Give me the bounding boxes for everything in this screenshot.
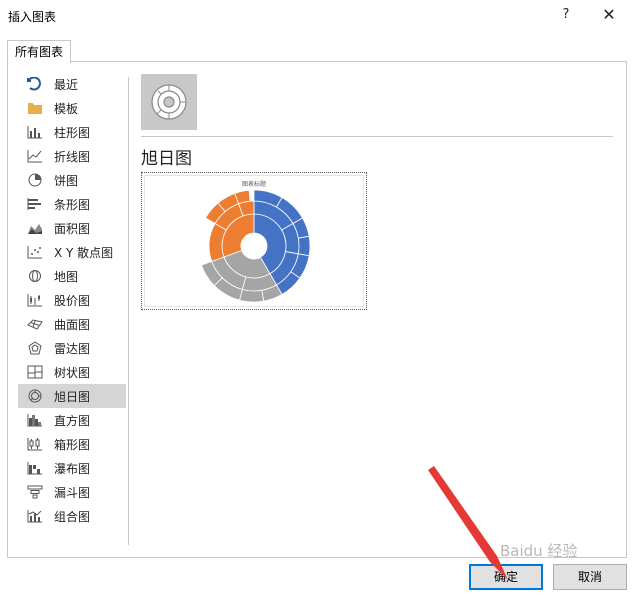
window-title: 插入图表 <box>8 10 57 24</box>
column-chart-icon <box>26 124 44 140</box>
sidebar-item-waterfall-chart[interactable]: 瀑布图 <box>18 456 126 480</box>
scatter-chart-icon <box>26 244 44 260</box>
sidebar-item-label: 饼图 <box>54 173 79 188</box>
sidebar-item-radar-chart[interactable]: 雷达图 <box>18 336 126 360</box>
sidebar-item-box-chart[interactable]: 箱形图 <box>18 432 126 456</box>
sidebar-item-histogram-chart[interactable]: 直方图 <box>18 408 126 432</box>
waterfall-chart-icon <box>26 460 44 476</box>
sunburst-thumbnail-icon <box>151 84 187 120</box>
sidebar-item-label: 曲面图 <box>54 317 91 332</box>
sidebar-item-column-chart[interactable]: 柱形图 <box>18 120 126 144</box>
sunburst-outer-segment <box>297 235 311 257</box>
sidebar-item-line-chart[interactable]: 折线图 <box>18 144 126 168</box>
sidebar-item-label: 旭日图 <box>54 389 91 404</box>
sidebar-item-map-chart[interactable]: 地图 <box>18 264 126 288</box>
funnel-chart-icon <box>26 484 44 500</box>
sidebar-item-label: 漏斗图 <box>54 485 91 500</box>
cancel-button[interactable]: 取消 <box>553 564 627 590</box>
sidebar-item-label: 雷达图 <box>54 341 91 356</box>
surface-chart-icon <box>26 316 44 332</box>
chart-panel: 最近 模板 柱形图 折线图 饼图 条形图 面积图 X Y 散点图 地图 股价图 曲面图 雷达图 树状图旭… <box>7 61 627 558</box>
ok-button[interactable]: 确定 <box>469 564 543 590</box>
help-button[interactable]: ? <box>556 5 576 25</box>
line-chart-icon <box>26 148 44 164</box>
pie-chart-icon <box>26 172 44 188</box>
sidebar-item-scatter-chart[interactable]: X Y 散点图 <box>18 240 126 264</box>
radar-chart-icon <box>26 340 44 356</box>
sunburst-outer-segment <box>239 288 265 303</box>
close-button[interactable]: ✕ <box>598 5 620 25</box>
sidebar-item-label: 箱形图 <box>54 437 91 452</box>
sidebar-item-label: 最近 <box>54 77 79 92</box>
sidebar-item-label: 模板 <box>54 101 79 116</box>
chart-preview-canvas: 图表标题 <box>144 175 364 307</box>
sidebar-item-treemap-chart[interactable]: 树状图 <box>18 360 126 384</box>
sidebar-item-sunburst-chart[interactable]: 旭日图 <box>18 384 126 408</box>
sidebar-item-label: X Y 散点图 <box>54 245 114 260</box>
sidebar-item-funnel-chart[interactable]: 漏斗图 <box>18 480 126 504</box>
sidebar-item-folder[interactable]: 模板 <box>18 96 126 120</box>
tab-all-charts[interactable]: 所有图表 <box>7 40 71 63</box>
sidebar-item-label: 柱形图 <box>54 125 91 140</box>
treemap-chart-icon <box>26 364 44 380</box>
sidebar-item-combo-chart[interactable]: 组合图 <box>18 504 126 528</box>
sidebar-item-label: 组合图 <box>54 509 91 524</box>
histogram-chart-icon <box>26 412 44 428</box>
chart-type-heading: 旭日图 <box>141 149 192 169</box>
sunburst-thumbnail[interactable] <box>141 74 197 130</box>
title-bar: 插入图表 ? ✕ <box>0 0 634 32</box>
sidebar-item-area-chart[interactable]: 面积图 <box>18 216 126 240</box>
stock-chart-icon <box>26 292 44 308</box>
combo-chart-icon <box>26 508 44 524</box>
horizontal-divider <box>141 136 613 137</box>
sidebar-item-pie-chart[interactable]: 饼图 <box>18 168 126 192</box>
recent-icon <box>26 76 44 92</box>
sunburst-preview-chart: 图表标题 <box>200 180 311 303</box>
sidebar-item-stock-chart[interactable]: 股价图 <box>18 288 126 312</box>
sidebar-item-label: 地图 <box>54 269 79 284</box>
sidebar-item-label: 条形图 <box>54 197 91 212</box>
area-chart-icon <box>26 220 44 236</box>
sidebar-item-label: 瀑布图 <box>54 461 91 476</box>
sidebar-item-surface-chart[interactable]: 曲面图 <box>18 312 126 336</box>
preview-chart-title: 图表标题 <box>242 180 266 188</box>
sidebar-item-label: 树状图 <box>54 365 91 380</box>
sidebar-item-label: 面积图 <box>54 221 91 236</box>
sidebar-item-bar-chart[interactable]: 条形图 <box>18 192 126 216</box>
bar-chart-icon <box>26 196 44 212</box>
map-chart-icon <box>26 268 44 284</box>
chart-type-list: 最近模板柱形图折线图饼图条形图面积图 X Y 散点图 地图股价图曲面图雷达图树状图旭… <box>18 72 128 528</box>
sidebar-item-recent[interactable]: 最近 <box>18 72 126 96</box>
sunburst-chart-icon <box>26 388 44 404</box>
sidebar-item-label: 股价图 <box>54 293 91 308</box>
sidebar-item-label: 直方图 <box>54 413 91 428</box>
folder-icon <box>26 100 44 116</box>
vertical-divider <box>128 77 129 545</box>
chart-preview[interactable]: 图表标题 <box>141 172 367 310</box>
sidebar-item-label: 折线图 <box>54 149 91 164</box>
box-chart-icon <box>26 436 44 452</box>
